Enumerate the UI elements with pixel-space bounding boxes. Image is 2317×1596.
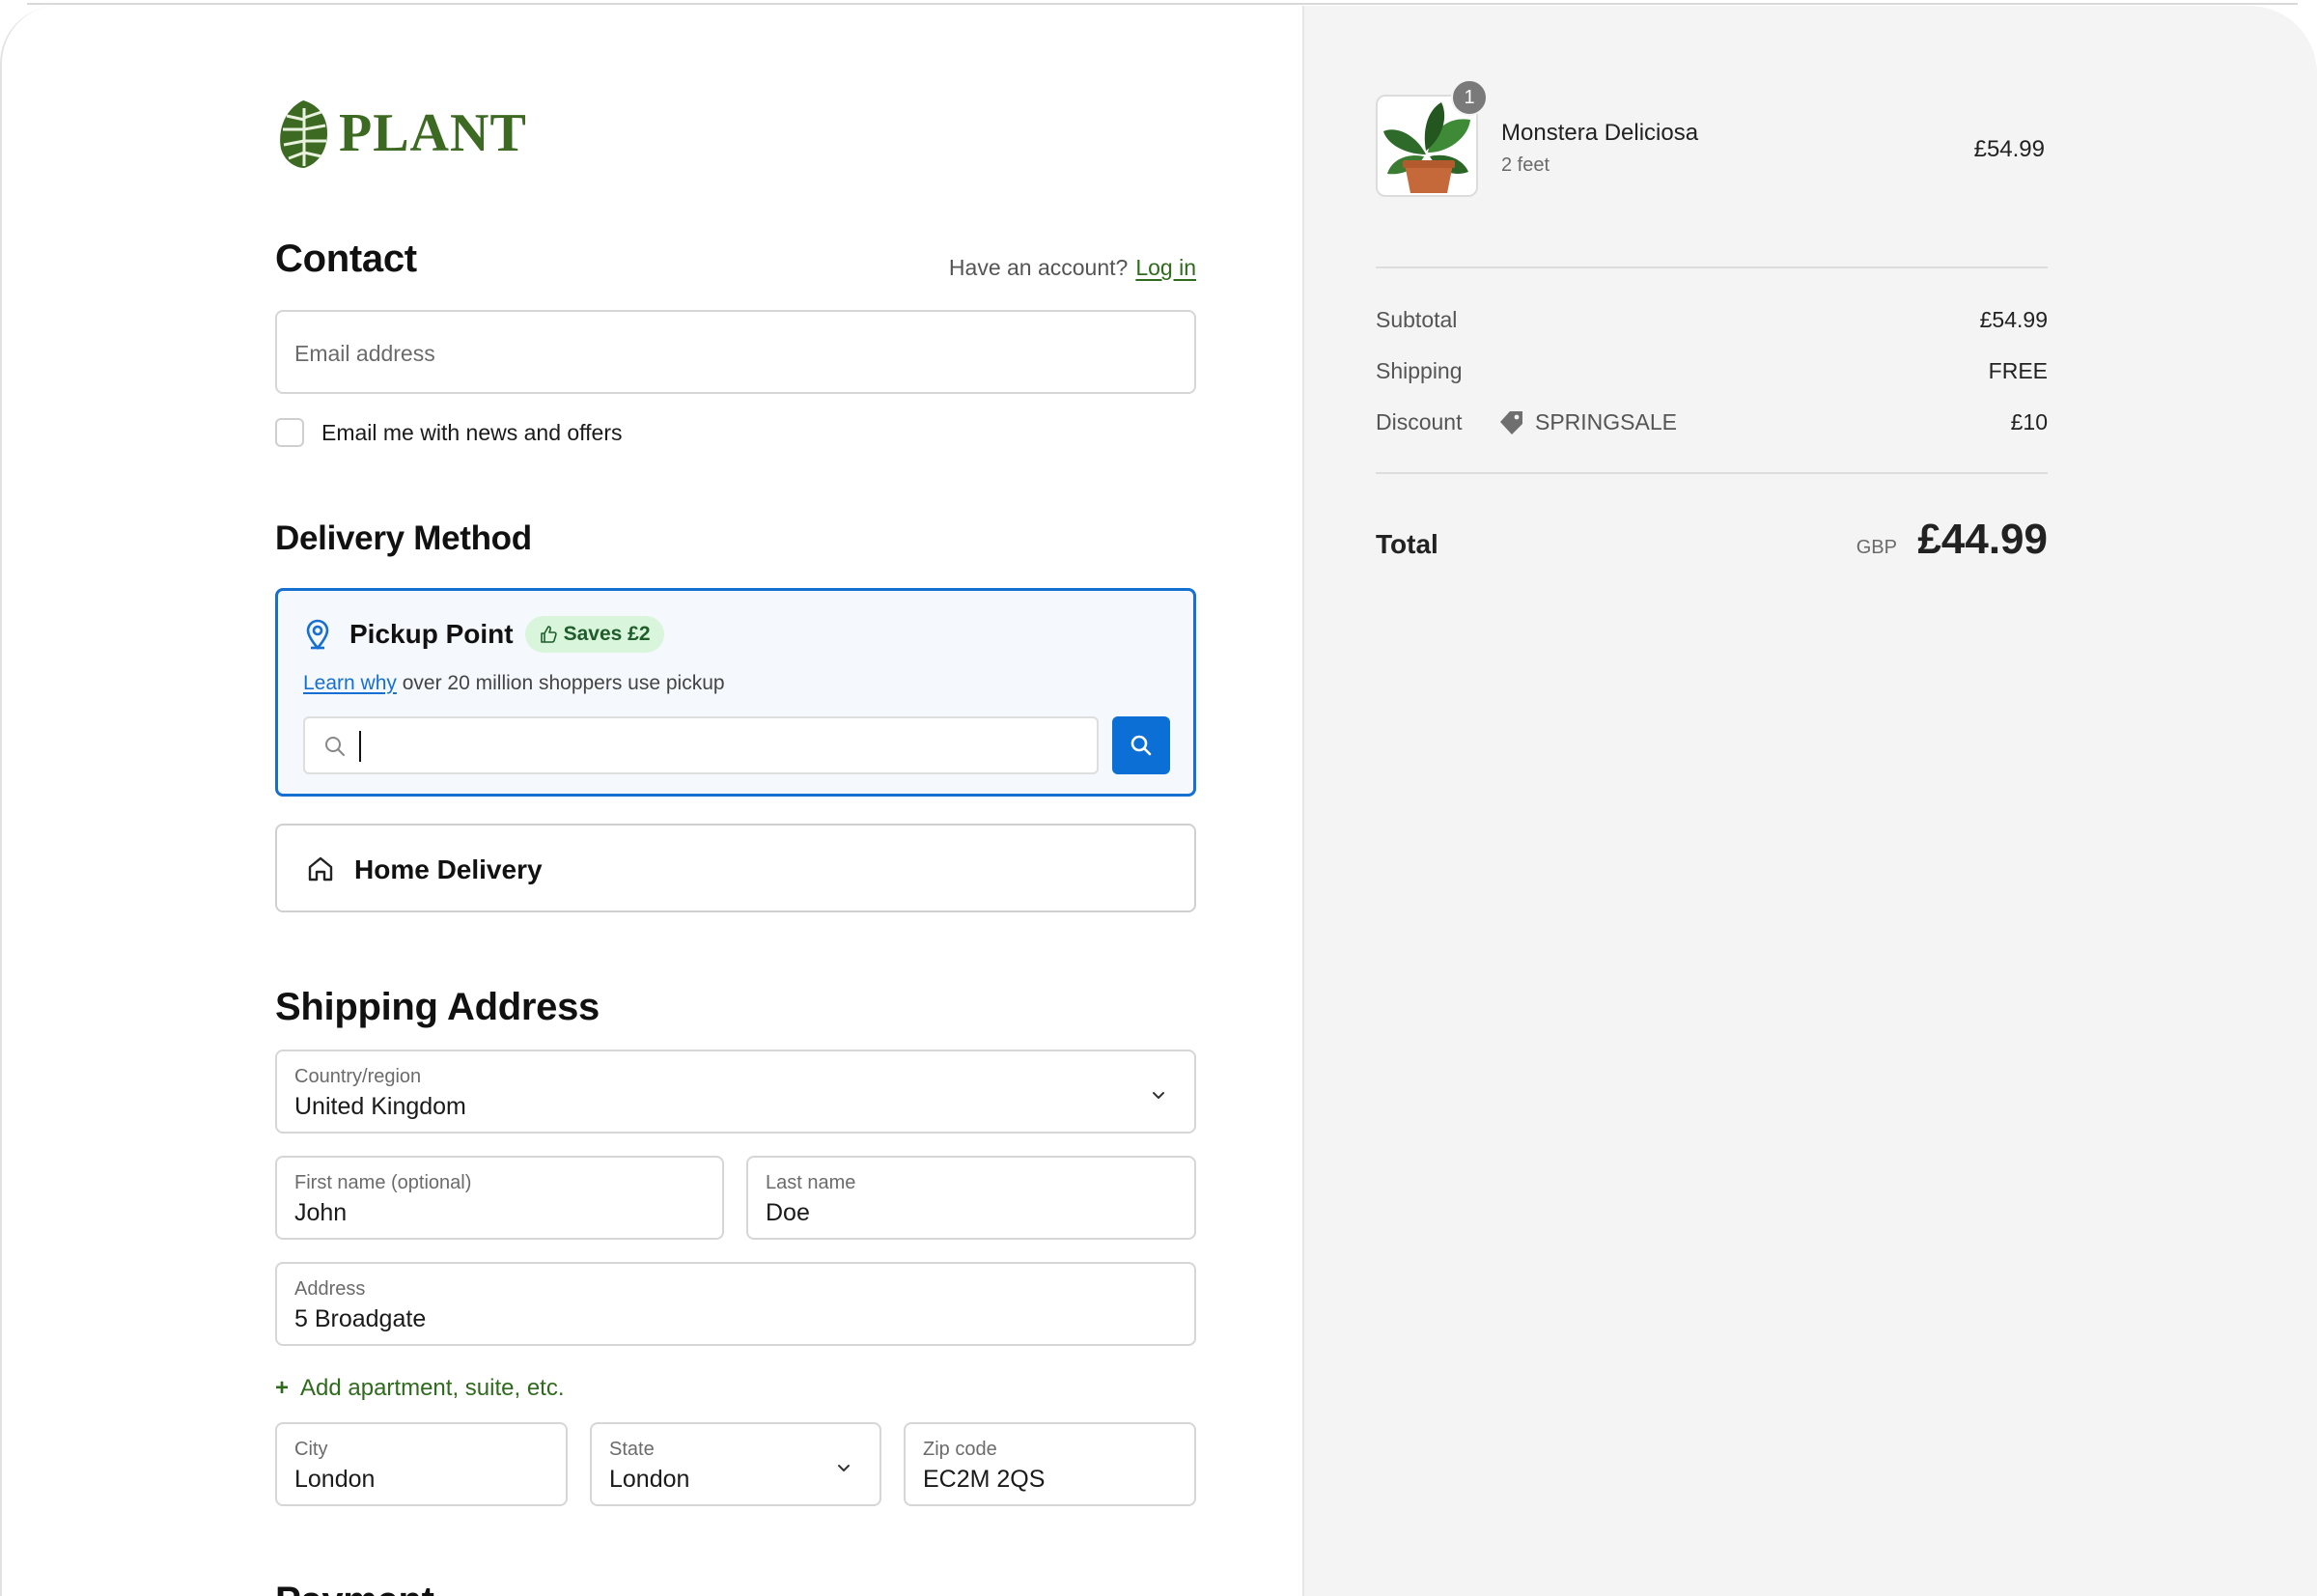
first-name-label: First name (optional) [294,1172,472,1193]
checkout-page: PLANT Contact Have an account? Log in Ema… [0,6,2317,1596]
city-label: City [294,1439,328,1460]
checkout-form-panel: PLANT Contact Have an account? Log in Ema… [2,6,1302,1596]
discount-code-tag: SPRINGSALE [1496,406,1677,437]
contact-title: Contact [275,238,417,280]
total-label: Total [1376,529,1438,559]
shipping-label: Shipping [1376,358,1463,383]
home-delivery-option[interactable]: Home Delivery [275,824,1196,912]
state-value: London [609,1466,690,1493]
country-label: Country/region [294,1066,422,1087]
price-tag-icon [1500,411,1522,434]
address-field[interactable]: Address 5 Broadgate [275,1262,1196,1346]
add-apartment-label: Add apartment, suite, etc. [300,1375,565,1401]
product-price: £54.99 [1973,136,2045,162]
state-select[interactable]: State London [590,1422,881,1506]
email-placeholder: Email address [294,341,435,366]
account-prompt: Have an account? Log in [949,255,1196,281]
learn-why-link[interactable]: Learn why [303,672,397,694]
thumbs-up-icon [540,626,557,643]
product-variant: 2 feet [1501,154,1550,176]
country-value: United Kingdom [294,1093,466,1120]
brand-logo[interactable]: PLANT [275,95,527,172]
city-value: London [294,1466,376,1493]
login-link[interactable]: Log in [1135,255,1196,280]
pickup-point-header: Pickup Point Saves £2 [303,616,664,653]
subtotal-row: Subtotal £54.99 [1376,307,2048,342]
home-icon [308,856,333,882]
zip-code-label: Zip code [923,1439,997,1460]
subtotal-label: Subtotal [1376,307,1458,332]
newsletter-option[interactable]: Email me with news and offers [275,418,623,447]
zip-code-field[interactable]: Zip code EC2M 2QS [904,1422,1196,1506]
shipping-value: FREE [1988,358,2048,383]
address-label: Address [294,1278,366,1300]
location-pin-icon [306,619,329,650]
delivery-method-title: Delivery Method [275,519,532,557]
text-cursor [359,731,361,762]
pickup-search-input[interactable] [303,716,1099,774]
pickup-info: Learn why over 20 million shoppers use p… [303,672,725,695]
search-icon [325,737,345,756]
plus-icon: + [275,1375,290,1401]
country-select[interactable]: Country/region United Kingdom [275,1050,1196,1134]
contact-section-header: Contact Have an account? Log in [275,238,1196,292]
browser-top-edge [27,3,2298,5]
total-row: Total GBP £44.99 [1376,516,2048,574]
monstera-leaf-icon [280,100,327,168]
chevron-down-icon [1153,1092,1164,1099]
last-name-value: Doe [766,1199,810,1226]
discount-code-text: SPRINGSALE [1535,408,1677,434]
total-currency: GBP [1856,537,1897,558]
last-name-field[interactable]: Last name Doe [746,1156,1196,1240]
pickup-point-label: Pickup Point [349,619,514,649]
discount-row: Discount SPRINGSALE £10 [1376,409,2048,444]
shipping-address-title: Shipping Address [275,986,600,1028]
pickup-info-text: over 20 million shoppers use pickup [402,672,725,694]
shipping-row: Shipping FREE [1376,358,2048,393]
payment-title: Payment [275,1580,434,1596]
subtotal-value: £54.99 [1979,307,2048,332]
pickup-search-button[interactable] [1112,716,1170,774]
product-name: Monstera Deliciosa [1501,120,1699,146]
brand-name: PLANT [339,103,527,163]
newsletter-checkbox[interactable] [275,418,304,447]
discount-label: Discount [1376,409,1463,434]
summary-divider [1376,266,2048,268]
pickup-point-option[interactable]: Pickup Point Saves £2 Learn why over 20 … [275,588,1196,797]
last-name-label: Last name [766,1172,856,1193]
savings-badge: Saves £2 [524,616,664,653]
chevron-down-icon [838,1465,850,1471]
address-value: 5 Broadgate [294,1305,427,1332]
order-summary-panel: 1 Monstera Deliciosa 2 feet £54.99 Subto… [1302,6,2317,1596]
discount-value: £10 [2010,409,2048,434]
state-label: State [609,1439,655,1460]
newsletter-label: Email me with news and offers [321,419,623,445]
home-delivery-label: Home Delivery [354,854,543,884]
total-amount: £44.99 [1917,516,2048,563]
first-name-field[interactable]: First name (optional) John [275,1156,724,1240]
zip-code-value: EC2M 2QS [923,1466,1046,1493]
quantity-badge: 1 [1451,79,1488,116]
city-field[interactable]: City London [275,1422,568,1506]
email-field[interactable]: Email address [275,310,1196,394]
search-icon [1131,735,1152,756]
summary-divider [1376,472,2048,474]
savings-badge-text: Saves £2 [563,623,651,645]
add-apartment-link[interactable]: + Add apartment, suite, etc. [275,1375,565,1402]
first-name-value: John [294,1199,348,1226]
account-prompt-text: Have an account? [948,255,1129,280]
